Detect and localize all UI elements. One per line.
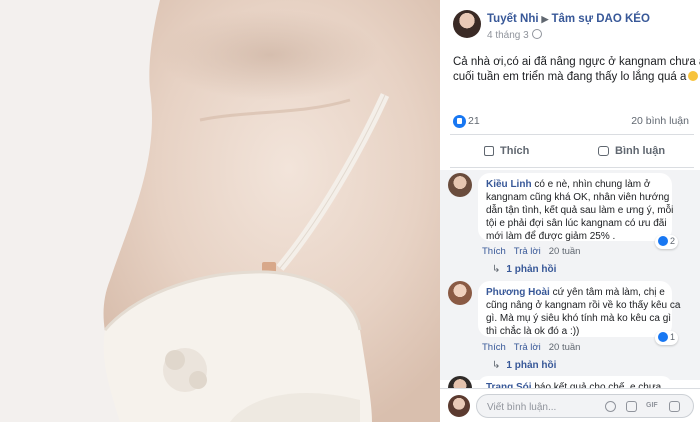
comment-text: kangnam cũng khá OK, nhân viên hướng <box>486 192 670 203</box>
comment-composer: GIF <box>440 388 700 422</box>
comment-text: tội e phải đợi sân lúc kangnam có ưu đãi <box>486 218 667 229</box>
divider <box>450 134 694 135</box>
comment-text: mới làm để được giảm 25% . <box>486 231 616 242</box>
comment-like-count: 1 <box>669 332 675 342</box>
group-name[interactable]: Tâm sự DAO KÉO <box>551 13 649 25</box>
photo-illustration <box>0 0 440 422</box>
post-header: Tuyết Nhi ▶ Tâm sự DAO KÉO 4 tháng 3 <box>453 10 693 46</box>
post-panel: Tuyết Nhi ▶ Tâm sự DAO KÉO 4 tháng 3 Cả nh… <box>440 0 700 422</box>
post-photo[interactable] <box>0 0 440 422</box>
commenter-name[interactable]: Kiều Linh <box>486 179 532 190</box>
comment-bubble: Kiều Linh có e nè, nhìn chung làm ở kang… <box>478 173 678 249</box>
comment-age[interactable]: 20 tuần <box>549 246 581 257</box>
post-meta: 4 tháng 3 <box>487 29 542 41</box>
view-replies[interactable]: ↳ 1 phản hồi <box>492 360 556 371</box>
comment-count[interactable]: 20 bình luận <box>631 115 689 127</box>
camera-icon[interactable] <box>626 401 637 412</box>
comment-age[interactable]: 20 tuần <box>549 342 581 353</box>
comment-label: Bình luận <box>615 145 666 157</box>
comment-like-count: 2 <box>669 236 675 246</box>
comment-reactions[interactable]: 1 <box>654 331 678 345</box>
comment-actions: Thích Trả lời 20 tuần <box>482 342 588 353</box>
commenter-avatar[interactable] <box>448 281 472 305</box>
author-avatar[interactable] <box>453 10 481 38</box>
comment: Kiều Linh có e nè, nhìn chung làm ở kang… <box>448 173 698 283</box>
reaction-count[interactable]: 21 <box>468 115 480 127</box>
like-button[interactable]: Thích <box>484 145 529 157</box>
emoji-icon[interactable] <box>605 401 616 412</box>
like-label: Thích <box>500 145 530 157</box>
like-reaction-icon <box>657 332 668 342</box>
comment-actions: Thích Trả lời 20 tuần <box>482 246 588 257</box>
audience-icon <box>531 29 542 39</box>
reply-arrow-icon: ↳ <box>492 360 501 371</box>
post-caption: Cả nhà ơi,có ai đã nâng ngực ở kangnam c… <box>453 55 700 85</box>
replies-label: 1 phản hồi <box>506 360 557 371</box>
comment-text: có e nè, nhìn chung làm ở <box>534 179 651 190</box>
comment-reply-link[interactable]: Trả lời <box>514 246 541 257</box>
worried-emoji-icon <box>688 71 699 81</box>
sticker-icon[interactable] <box>669 401 680 412</box>
gif-icon[interactable]: GIF <box>646 402 658 413</box>
thumbs-up-icon <box>484 146 494 156</box>
comment: Phương Hoài cứ yên tâm mà làm, chị e cũn… <box>448 281 698 381</box>
comment-input[interactable] <box>485 399 589 415</box>
comments-section: Kiều Linh có e nè, nhìn chung làm ở kang… <box>440 170 700 400</box>
commenter-name[interactable]: Phương Hoài <box>486 287 550 298</box>
replies-label: 1 phản hồi <box>506 264 557 275</box>
comment-icon <box>598 146 609 156</box>
like-reaction-icon <box>657 236 668 246</box>
comment-text: gì. Mà mụ ý siêu khó tính mà ko kêu ca g… <box>486 313 672 324</box>
author-line: Tuyết Nhi ▶ Tâm sự DAO KÉO <box>487 13 650 25</box>
comment-text: thì chắc là ok đó a :)) <box>486 326 580 337</box>
view-replies[interactable]: ↳ 1 phản hồi <box>492 264 556 275</box>
post-stats: 21 20 bình luận <box>453 114 693 130</box>
comment-like-link[interactable]: Thích <box>482 342 506 353</box>
comment-text: cứ yên tâm mà làm, chị e <box>552 287 665 298</box>
divider <box>450 167 694 168</box>
comment-bubble: Phương Hoài cứ yên tâm mà làm, chị e cũn… <box>478 281 681 345</box>
caption-line: Cả nhà ơi,có ai đã nâng ngực ở kangnam c… <box>453 56 700 68</box>
caption-line: cuối tuần em triển mà đang thấy lo lắng … <box>453 71 687 83</box>
comment-text: cũng nâng ở kangnam rồi về ko thấy kêu c… <box>486 300 681 311</box>
post-actions: Thích Bình luận <box>450 138 694 166</box>
post-date[interactable]: 4 tháng 3 <box>487 30 529 41</box>
comment-reactions[interactable]: 2 <box>654 235 678 249</box>
comment-like-link[interactable]: Thích <box>482 246 506 257</box>
comment-reply-link[interactable]: Trả lời <box>514 342 541 353</box>
commenter-avatar[interactable] <box>448 173 472 197</box>
author-name[interactable]: Tuyết Nhi <box>487 13 539 25</box>
comment-input-box[interactable]: GIF <box>476 394 694 418</box>
arrow-right-icon: ▶ <box>541 14 549 24</box>
reply-arrow-icon: ↳ <box>492 264 501 275</box>
comment-text: dẫn tận tình, kết quả sau làm e ưng ý, m… <box>486 205 674 216</box>
like-reaction-icon <box>453 115 466 128</box>
comment-button[interactable]: Bình luận <box>598 145 665 157</box>
my-avatar <box>448 395 470 417</box>
